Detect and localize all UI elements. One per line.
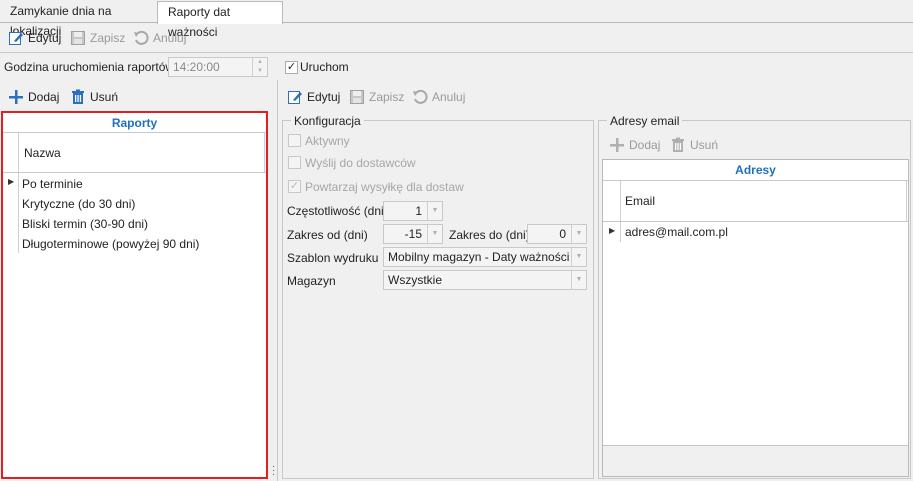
list-item[interactable]: Bliski termin (30-90 dni)	[22, 217, 148, 231]
run-checkbox[interactable]: ✓	[285, 61, 298, 74]
current-row-arrow-icon: ▶	[609, 226, 616, 235]
divider	[603, 180, 908, 181]
edit-icon	[8, 30, 24, 46]
detail-save-label: Zapisz	[369, 90, 405, 104]
reports-grid: Raporty Nazwa ▶ Po terminie Krytyczne (d…	[1, 111, 268, 479]
run-time-input[interactable]: 14:20:00 ▲ ▼	[168, 57, 268, 77]
email-grid: Adresy Email ▶ adres@mail.com.pl	[602, 159, 909, 477]
run-time-value: 14:20:00	[173, 60, 220, 74]
plus-icon	[609, 137, 625, 153]
save-button[interactable]: Zapisz	[70, 27, 125, 49]
delete-email-button[interactable]: Usuń	[670, 134, 718, 156]
template-label: Szablon wydruku	[287, 251, 379, 265]
repeat-checkbox[interactable]: ✓	[288, 180, 301, 193]
divider	[3, 132, 266, 133]
chevron-down-icon[interactable]: ▼	[427, 225, 442, 243]
save-icon	[70, 30, 86, 46]
email-group-title: Adresy email	[607, 114, 683, 128]
trash-icon	[70, 89, 86, 105]
tab-raporty-dat-waznosci[interactable]: Raporty dat ważności	[157, 1, 283, 39]
undo-icon	[133, 30, 149, 46]
frequency-input[interactable]: 1 ▼	[383, 201, 443, 221]
warehouse-select[interactable]: Wszystkie ▼	[383, 270, 587, 290]
add-report-label: Dodaj	[28, 90, 60, 104]
active-label: Aktywny	[305, 134, 350, 148]
column-edge	[906, 181, 908, 221]
warehouse-value: Wszystkie	[388, 273, 442, 287]
send-to-suppliers-checkbox[interactable]	[288, 156, 301, 169]
delete-email-label: Usuń	[690, 138, 719, 152]
chevron-down-icon[interactable]: ▼	[571, 248, 586, 266]
splitter-grip-icon[interactable]: · · ·	[272, 462, 275, 480]
template-select[interactable]: Mobilny magazyn - Daty ważności (... ▼	[383, 247, 587, 267]
add-report-button[interactable]: Dodaj	[8, 86, 59, 108]
add-email-button[interactable]: Dodaj	[609, 134, 660, 156]
chevron-down-icon[interactable]: ▼	[571, 225, 586, 243]
tab-zamykanie-dnia[interactable]: Zamykanie dnia na lokalizacji	[0, 1, 156, 38]
time-spinner[interactable]: ▲ ▼	[252, 58, 267, 76]
reports-grid-title: Raporty	[111, 116, 158, 130]
row-indicator-header	[603, 181, 621, 221]
row-indicator-header	[3, 133, 19, 172]
config-group-title: Konfiguracja	[291, 114, 364, 128]
email-grid-title: Adresy	[735, 163, 776, 177]
add-email-label: Dodaj	[629, 138, 661, 152]
delete-report-label: Usuń	[90, 90, 119, 104]
frequency-value: 1	[415, 204, 422, 218]
warehouse-label: Magazyn	[287, 274, 336, 288]
splitter[interactable]	[277, 80, 278, 481]
range-from-input[interactable]: -15 ▼	[383, 224, 443, 244]
detail-save-button[interactable]: Zapisz	[349, 86, 404, 108]
range-to-input[interactable]: 0 ▼	[527, 224, 587, 244]
edit-icon	[287, 89, 303, 105]
cancel-button[interactable]: Anuluj	[133, 27, 186, 49]
edit-label: Edytuj	[28, 31, 62, 45]
detail-cancel-button[interactable]: Anuluj	[412, 86, 465, 108]
frequency-label: Częstotliwość (dni)	[287, 204, 388, 218]
active-checkbox[interactable]	[288, 134, 301, 147]
column-header-email[interactable]: Email	[625, 194, 655, 208]
cancel-label: Anuluj	[153, 31, 187, 45]
column-edge	[264, 133, 266, 172]
detail-edit-label: Edytuj	[307, 90, 341, 104]
column-header-nazwa[interactable]: Nazwa	[24, 146, 61, 160]
undo-icon	[412, 89, 428, 105]
template-value: Mobilny magazyn - Daty ważności (...	[388, 250, 587, 264]
send-to-suppliers-label: Wyślij do dostawców	[305, 156, 416, 170]
chevron-down-icon[interactable]: ▼	[571, 271, 586, 289]
edit-button[interactable]: Edytuj	[8, 27, 61, 49]
save-icon	[349, 89, 365, 105]
table-row[interactable]: adres@mail.com.pl	[625, 225, 728, 239]
trash-icon	[670, 137, 686, 153]
tab-strip: Zamykanie dnia na lokalizacji Raporty da…	[0, 0, 913, 39]
list-item[interactable]: Po terminie	[22, 177, 83, 191]
range-to-value: 0	[559, 227, 566, 241]
range-from-label: Zakres od (dni)	[287, 228, 368, 242]
config-group	[282, 120, 594, 479]
repeat-label: Powtarzaj wysyłkę dla dostaw	[305, 180, 464, 194]
run-label: Uruchom	[300, 60, 349, 74]
chevron-down-icon[interactable]: ▼	[427, 202, 442, 220]
list-item[interactable]: Długoterminowe (powyżej 90 dni)	[22, 237, 199, 251]
list-item[interactable]: Krytyczne (do 30 dni)	[22, 197, 135, 211]
run-time-label: Godzina uruchomienia raportów	[4, 60, 175, 74]
grid-footer	[603, 445, 908, 476]
save-label: Zapisz	[90, 31, 126, 45]
divider	[3, 172, 266, 173]
divider	[0, 52, 913, 53]
range-to-label: Zakres do (dni)	[449, 228, 530, 242]
plus-icon	[8, 89, 24, 105]
detail-cancel-label: Anuluj	[432, 90, 466, 104]
detail-edit-button[interactable]: Edytuj	[287, 86, 340, 108]
delete-report-button[interactable]: Usuń	[70, 86, 118, 108]
divider	[603, 221, 908, 222]
range-from-value: -15	[404, 227, 422, 241]
current-row-arrow-icon: ▶	[8, 177, 15, 186]
